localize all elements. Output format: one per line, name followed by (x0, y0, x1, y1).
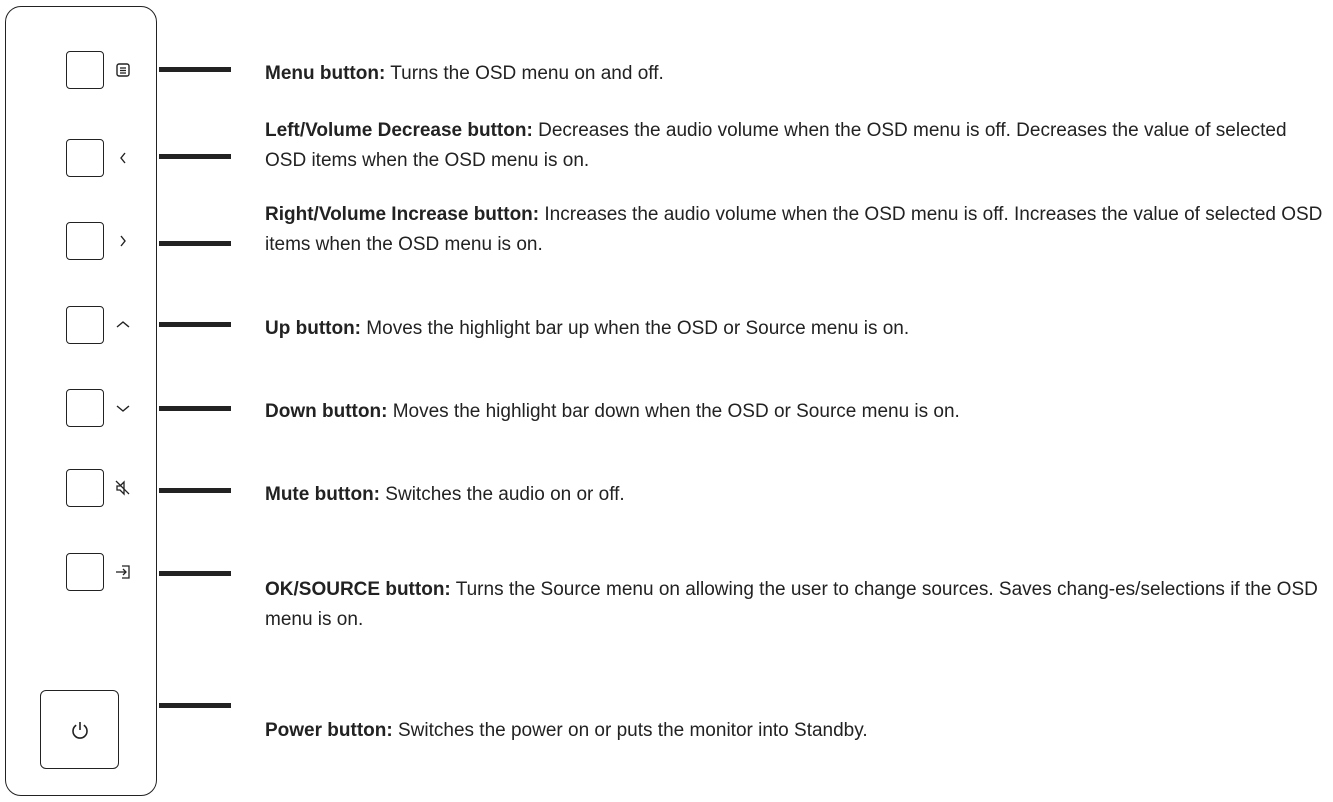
left-description: Left/Volume Decrease button: Decreases t… (265, 116, 1325, 176)
mute-key[interactable] (66, 469, 104, 507)
leader-line-down (159, 406, 231, 411)
power-key[interactable] (40, 690, 119, 769)
up-description: Up button: Moves the highlight bar up wh… (265, 314, 1325, 344)
menu-icon (114, 61, 132, 79)
menu-key[interactable] (66, 51, 104, 89)
leader-line-left (159, 154, 231, 159)
mute-label: Mute button: (265, 484, 381, 505)
mute-icon (114, 479, 132, 497)
leader-line-right (159, 241, 231, 246)
up-label: Up button: (265, 318, 362, 339)
mute-text: Switches the audio on or off. (385, 484, 625, 505)
left-key[interactable] (66, 139, 104, 177)
chevron-down-icon (114, 399, 132, 417)
up-text: Moves the highlight bar up when the OSD … (366, 318, 910, 339)
up-key[interactable] (66, 306, 104, 344)
chevron-right-icon (114, 232, 132, 250)
right-label: Right/Volume Increase button: (265, 204, 540, 225)
power-description: Power button: Switches the power on or p… (265, 716, 1325, 746)
input-source-icon (114, 563, 132, 581)
right-key[interactable] (66, 222, 104, 260)
leader-line-menu (159, 67, 231, 72)
menu-label: Menu button: (265, 63, 386, 84)
mute-description: Mute button: Switches the audio on or of… (265, 480, 1325, 510)
down-key[interactable] (66, 389, 104, 427)
source-label: OK/SOURCE button: (265, 579, 451, 600)
source-description: OK/SOURCE button: Turns the Source menu … (265, 575, 1325, 635)
chevron-up-icon (114, 316, 132, 334)
power-text: Switches the power on or puts the monito… (397, 720, 868, 741)
chevron-left-icon (114, 149, 132, 167)
right-description: Right/Volume Increase button: Increases … (265, 200, 1325, 260)
power-label: Power button: (265, 720, 393, 741)
menu-text: Turns the OSD menu on and off. (390, 63, 664, 84)
leader-line-source (159, 571, 231, 576)
leader-line-mute (159, 488, 231, 493)
left-label: Left/Volume Decrease button: (265, 120, 533, 141)
menu-description: Menu button: Turns the OSD menu on and o… (265, 59, 1325, 89)
power-icon (72, 722, 88, 739)
leader-line-power (159, 703, 231, 708)
down-label: Down button: (265, 401, 388, 422)
leader-line-up (159, 322, 231, 327)
down-description: Down button: Moves the highlight bar dow… (265, 397, 1325, 427)
source-key[interactable] (66, 553, 104, 591)
down-text: Moves the highlight bar down when the OS… (392, 401, 960, 422)
